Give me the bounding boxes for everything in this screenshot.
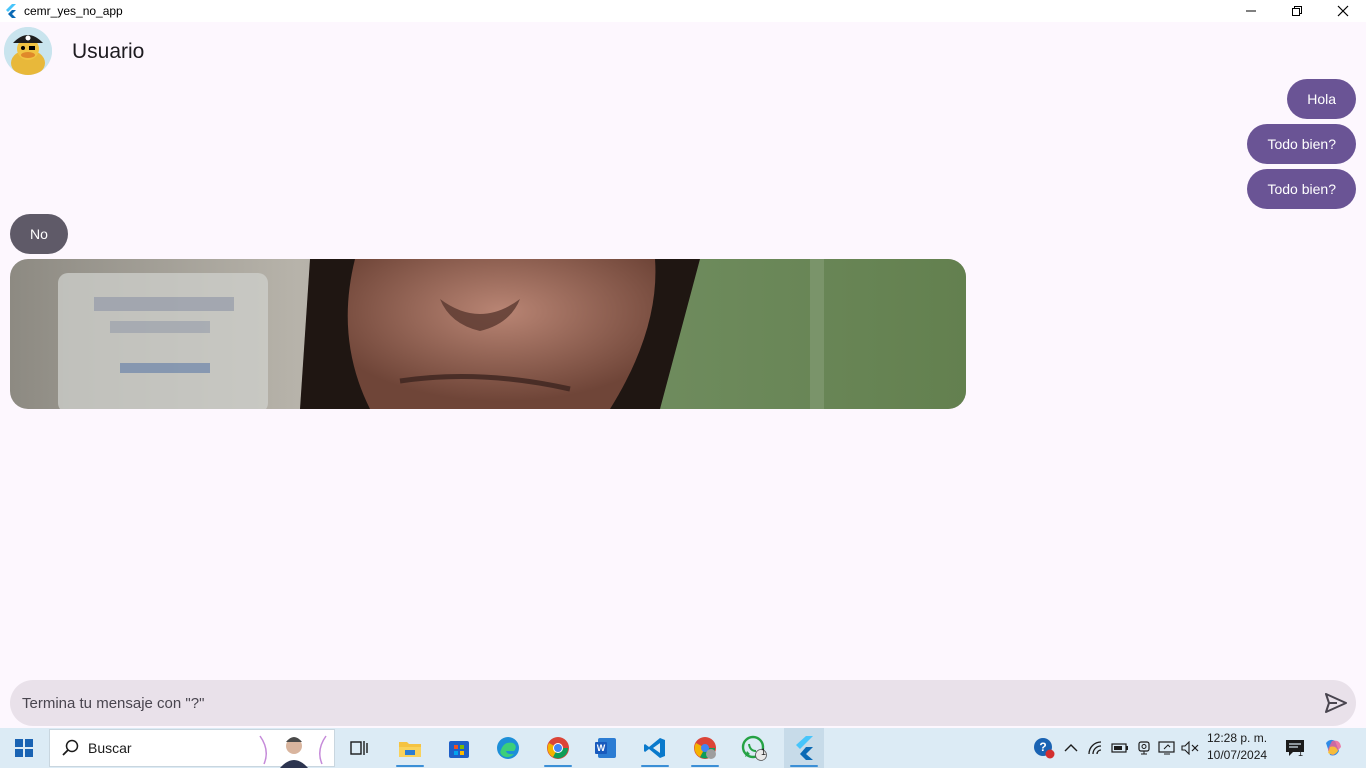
search-highlight-icon <box>259 735 327 768</box>
svg-text:?: ? <box>1039 740 1046 754</box>
active-indicator <box>396 765 424 767</box>
window-controls <box>1228 0 1366 22</box>
contact-name: Usuario <box>72 40 145 63</box>
message-input-bar <box>10 680 1356 726</box>
volume-muted-icon[interactable] <box>1180 728 1200 768</box>
copilot-icon[interactable] <box>1320 728 1346 768</box>
message-text: Todo bien? <box>1267 181 1336 197</box>
active-indicator <box>691 765 719 767</box>
avatar[interactable] <box>4 27 52 75</box>
taskbar: Buscar W 1 ? 12:28 p. m. 10/07/2024 1 <box>0 728 1366 768</box>
notifications-icon[interactable]: 1 <box>1282 728 1308 768</box>
task-view-icon[interactable] <box>340 728 380 768</box>
microsoft-store-icon[interactable] <box>439 728 479 768</box>
taskbar-search-box[interactable]: Buscar <box>49 729 335 768</box>
close-icon[interactable] <box>1320 0 1366 22</box>
my-message-bubble: Todo bien? <box>1247 169 1356 209</box>
my-message-bubble: Hola <box>1287 79 1356 119</box>
vscode-icon[interactable] <box>635 728 675 768</box>
restore-icon[interactable] <box>1274 0 1320 22</box>
battery-icon[interactable] <box>1110 728 1130 768</box>
search-label: Buscar <box>88 740 132 756</box>
message-text: No <box>30 226 48 242</box>
display-settings-icon[interactable] <box>1157 728 1177 768</box>
active-indicator <box>641 765 669 767</box>
search-icon <box>62 739 79 756</box>
svg-text:W: W <box>597 743 606 753</box>
active-indicator <box>790 765 818 767</box>
chrome-profile-icon[interactable] <box>685 728 725 768</box>
windows-start-icon[interactable] <box>0 728 48 768</box>
send-icon <box>1325 693 1347 713</box>
chrome-icon[interactable] <box>538 728 578 768</box>
camera-icon[interactable] <box>1134 728 1154 768</box>
clock-date: 10/07/2024 <box>1207 748 1268 762</box>
network-icon[interactable] <box>1086 728 1106 768</box>
pirate-duck-avatar <box>4 27 52 75</box>
window-title: cemr_yes_no_app <box>24 4 123 18</box>
help-icon[interactable]: ? <box>1032 728 1056 768</box>
my-message-bubble: Todo bien? <box>1247 124 1356 164</box>
clock-time: 12:28 p. m. <box>1207 731 1268 745</box>
active-indicator <box>544 765 572 767</box>
word-icon[interactable]: W <box>586 728 626 768</box>
notification-badge: 1 <box>1298 748 1304 758</box>
minimize-icon[interactable] <box>1228 0 1274 22</box>
whatsapp-icon[interactable]: 1 <box>734 728 774 768</box>
window-title-bar: cemr_yes_no_app <box>0 0 1366 22</box>
message-input[interactable] <box>22 680 1312 726</box>
app-bar: Usuario <box>0 22 1366 82</box>
edge-icon[interactable] <box>488 728 528 768</box>
clock[interactable]: 12:28 p. m. 10/07/2024 <box>1207 730 1269 764</box>
her-message-bubble: No <box>10 214 68 254</box>
send-button[interactable] <box>1324 691 1348 715</box>
message-text: Todo bien? <box>1267 136 1336 152</box>
flutter-logo-icon <box>4 4 18 18</box>
message-text: Hola <box>1307 91 1336 107</box>
chevron-up-icon[interactable] <box>1062 728 1080 768</box>
gif-image <box>10 259 966 409</box>
whatsapp-badge: 1 <box>761 747 767 757</box>
file-explorer-icon[interactable] <box>390 728 430 768</box>
flutter-icon[interactable] <box>784 728 824 768</box>
